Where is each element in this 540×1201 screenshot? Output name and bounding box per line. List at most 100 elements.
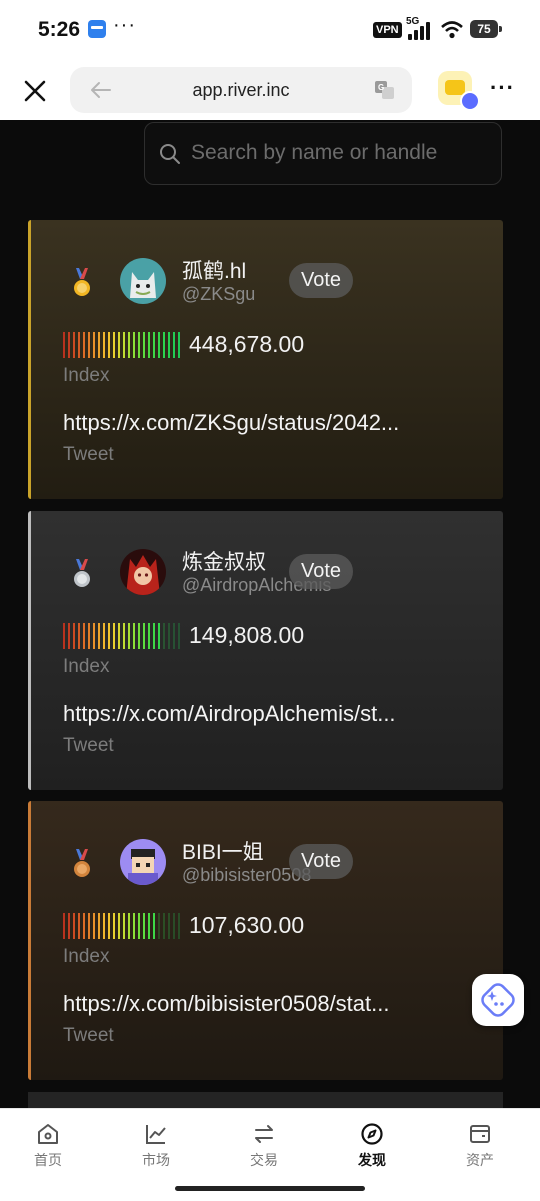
meter-segment — [133, 332, 135, 358]
meter-segment — [138, 623, 140, 649]
meter-segment — [83, 623, 85, 649]
search-placeholder: Search by name or handle — [191, 141, 438, 164]
meter-segment — [163, 332, 165, 358]
meter-segment — [103, 623, 105, 649]
search-input[interactable]: Search by name or handle — [144, 122, 502, 185]
wallet-app-icon — [88, 20, 106, 38]
meter-segment — [138, 332, 140, 358]
index-label: Index — [63, 365, 110, 386]
meter-segment — [88, 623, 90, 649]
meter-segment — [93, 913, 95, 939]
close-icon[interactable] — [20, 76, 50, 106]
translate-icon[interactable]: G — [374, 80, 396, 100]
meter-segment — [148, 332, 150, 358]
meter-segment — [168, 332, 170, 358]
nav-label: 发现 — [358, 1152, 386, 1168]
leaderboard-page: Search by name or handle 孤鹤.hl @ZKSgu Vo… — [0, 120, 540, 1108]
meter-segment — [138, 913, 140, 939]
address-bar[interactable]: app.river.inc G — [70, 67, 412, 113]
user-handle: @ZKSgu — [182, 284, 256, 304]
meter-segment — [178, 332, 180, 358]
home-icon — [38, 1124, 58, 1144]
vpn-badge: VPN — [373, 22, 402, 38]
ethereum-icon — [460, 91, 480, 111]
leaderboard-card: 炼金叔叔 @AirdropAlchemis Vote 149,808.00 In… — [28, 511, 503, 790]
meter-segment — [158, 623, 160, 649]
meter-segment — [83, 913, 85, 939]
meter-segment — [133, 623, 135, 649]
meter-segment — [78, 332, 80, 358]
nav-label: 市场 — [142, 1152, 170, 1168]
meter-segment — [63, 332, 65, 358]
leaderboard-card: BIBI一姐 @bibisister0508 Vote 107,630.00 I… — [28, 801, 503, 1080]
nav-item-trade[interactable]: 交易 — [229, 1121, 299, 1170]
meter-segment — [68, 913, 70, 939]
meter-segment — [158, 913, 160, 939]
meter-segment — [113, 332, 115, 358]
nav-item-home[interactable]: 首页 — [13, 1121, 83, 1170]
wallet-icon — [445, 80, 465, 95]
meter-segment — [163, 623, 165, 649]
tweet-label: Tweet — [63, 735, 114, 756]
meter-segment — [63, 623, 65, 649]
nav-item-discover[interactable]: 发现 — [337, 1121, 407, 1170]
index-value: 107,630.00 — [189, 912, 305, 938]
meter-segment — [118, 623, 120, 649]
meter-segment — [113, 623, 115, 649]
meter-segment — [113, 913, 115, 939]
ai-assistant-button[interactable] — [472, 974, 524, 1026]
meter-segment — [173, 332, 175, 358]
status-bar: 5:26 ··· VPN 5G 75 — [0, 0, 540, 62]
svg-text:G: G — [378, 83, 384, 92]
index-label: Index — [63, 656, 110, 677]
meter-segment — [128, 623, 130, 649]
nav-item-market[interactable]: 市场 — [121, 1121, 191, 1170]
meter-segment — [68, 332, 70, 358]
user-name: BIBI一姐 — [182, 841, 264, 864]
meter-segment — [88, 332, 90, 358]
meter-segment — [68, 623, 70, 649]
meter-segment — [148, 623, 150, 649]
status-overflow: ··· — [113, 14, 136, 36]
meter-segment — [63, 913, 65, 939]
avatar[interactable] — [120, 839, 166, 885]
meter-segment — [173, 913, 175, 939]
tweet-label: Tweet — [63, 1025, 114, 1046]
more-options-icon[interactable]: ··· — [490, 75, 515, 101]
tweet-link[interactable]: https://x.com/ZKSgu/status/2042... — [63, 410, 399, 436]
search-icon — [160, 144, 180, 164]
meter-segment — [163, 913, 165, 939]
meter-segment — [123, 913, 125, 939]
meter-segment — [143, 913, 145, 939]
avatar[interactable] — [120, 258, 166, 304]
exchange-icon — [255, 1125, 273, 1143]
index-meter — [63, 332, 181, 358]
meter-segment — [168, 913, 170, 939]
tweet-label: Tweet — [63, 444, 114, 465]
meter-segment — [98, 913, 100, 939]
vote-button[interactable]: Vote — [289, 554, 354, 589]
battery-indicator: 75 — [470, 20, 502, 38]
wallet-icon — [470, 1125, 490, 1143]
meter-segment — [128, 913, 130, 939]
meter-segment — [123, 623, 125, 649]
wallet-connect-button[interactable] — [438, 71, 480, 111]
leaderboard-card: 孤鹤.hl @ZKSgu Vote 448,678.00 Index https… — [28, 220, 503, 499]
meter-segment — [178, 913, 180, 939]
bronze-medal-icon — [74, 849, 90, 877]
nav-item-assets[interactable]: 资产 — [445, 1121, 515, 1170]
discover-icon — [361, 1123, 383, 1145]
tweet-link[interactable]: https://x.com/bibisister0508/stat... — [63, 991, 389, 1017]
vote-button[interactable]: Vote — [289, 263, 354, 298]
meter-segment — [103, 913, 105, 939]
status-time: 5:26 — [38, 18, 81, 41]
nav-label: 交易 — [250, 1152, 278, 1168]
url-text: app.river.inc — [192, 80, 290, 100]
vote-button[interactable]: Vote — [289, 844, 354, 879]
index-label: Index — [63, 946, 110, 967]
meter-segment — [83, 332, 85, 358]
meter-segment — [73, 913, 75, 939]
avatar[interactable] — [120, 549, 166, 595]
tweet-link[interactable]: https://x.com/AirdropAlchemis/st... — [63, 701, 396, 727]
index-meter — [63, 623, 181, 649]
